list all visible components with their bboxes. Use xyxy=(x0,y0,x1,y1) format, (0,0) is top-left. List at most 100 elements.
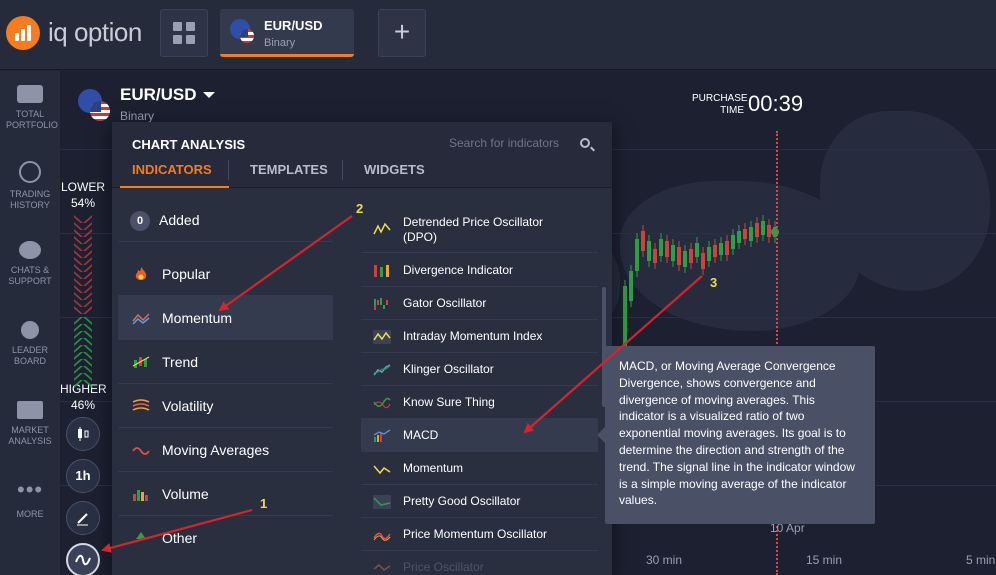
category-trend[interactable]: Trend xyxy=(118,340,333,384)
timeframe-5min[interactable]: 5 min xyxy=(966,553,995,567)
candle-body xyxy=(641,231,645,251)
imi-icon xyxy=(373,330,391,344)
candle-body xyxy=(737,231,741,243)
category-other[interactable]: Other xyxy=(118,516,333,560)
category-label: Volume xyxy=(162,486,209,502)
candle-body xyxy=(755,223,759,237)
panel-header: CHART ANALYSIS Search for indicators IND… xyxy=(112,122,612,188)
indicator-dpo[interactable]: Detrended Price Oscillator (DPO) xyxy=(361,206,598,253)
candle-body xyxy=(725,241,729,255)
indicator-label: MACD xyxy=(403,428,439,442)
purchase-label-line1: PURCHASE xyxy=(692,93,748,104)
indicator-label: Divergence Indicator xyxy=(403,263,514,277)
candle-body xyxy=(731,235,735,249)
category-momentum[interactable]: Momentum xyxy=(118,296,333,340)
category-moving-averages[interactable]: Moving Averages xyxy=(118,428,333,472)
candle-body xyxy=(767,225,771,237)
indicator-label: Pretty Good Oscillator xyxy=(403,494,521,508)
category-volume[interactable]: Volume xyxy=(118,472,333,516)
indicator-momentum[interactable]: Momentum xyxy=(361,452,598,485)
momentum-line-icon xyxy=(373,465,391,475)
tab-indicators[interactable]: INDICATORS xyxy=(132,162,212,177)
candle-body xyxy=(629,271,633,301)
indicator-price-oscillator[interactable]: Price Oscillator xyxy=(361,551,598,575)
price-oscillator-icon xyxy=(373,563,391,571)
candle-body xyxy=(635,239,639,271)
tab-divider xyxy=(228,160,229,180)
sidebar-item-market-analysis[interactable]: MARKET ANALYSIS xyxy=(0,401,60,447)
moving-average-icon xyxy=(132,447,150,455)
iq-option-logo-icon[interactable] xyxy=(6,16,40,50)
sidebar-label: TRADING HISTORY xyxy=(9,189,51,210)
category-volatility[interactable]: Volatility xyxy=(118,384,333,428)
volume-bars-icon xyxy=(133,490,148,501)
timeframe-15min[interactable]: 15 min xyxy=(806,553,842,567)
indicator-gator[interactable]: Gator Oscillator xyxy=(361,287,598,320)
sidebar-label: TOTAL PORTFOLIO xyxy=(6,109,58,130)
asset-grid-button[interactable] xyxy=(160,9,208,57)
sidebar-item-total-portfolio[interactable]: TOTAL PORTFOLIO xyxy=(0,81,60,131)
sidebar-item-chats-support[interactable]: CHATS & SUPPORT xyxy=(0,241,60,287)
candle-body xyxy=(701,253,705,269)
left-sidebar: TOTAL PORTFOLIO TRADING HISTORY CHATS & … xyxy=(0,71,60,575)
timeframe-30min[interactable]: 30 min xyxy=(646,553,682,567)
sidebar-label: LEADER BOARD xyxy=(11,345,48,366)
search-icon[interactable] xyxy=(580,138,590,148)
candle-body xyxy=(707,247,711,261)
sidebar-label: CHATS & SUPPORT xyxy=(8,265,52,286)
indicator-search-input[interactable]: Search for indicators xyxy=(449,136,559,150)
candle-body xyxy=(683,251,687,267)
indicator-price-momentum-oscillator[interactable]: Price Momentum Oscillator xyxy=(361,518,598,551)
indicator-label: Momentum xyxy=(403,461,464,475)
indicator-pretty-good-oscillator[interactable]: Pretty Good Oscillator xyxy=(361,485,598,518)
pmo-icon xyxy=(373,532,391,541)
candle-body xyxy=(665,241,669,257)
candle-body xyxy=(677,247,681,265)
fire-icon xyxy=(135,267,147,280)
asset-tab-eur-usd[interactable]: EUR/USD Binary xyxy=(220,9,354,57)
candle-body xyxy=(689,249,693,263)
candle-body xyxy=(719,243,723,255)
category-label: Momentum xyxy=(162,310,233,326)
tooltip-pointer xyxy=(597,427,605,443)
usd-flag-icon xyxy=(240,29,254,43)
indicator-label: Klinger Oscillator xyxy=(403,362,494,376)
indicator-divergence[interactable]: Divergence Indicator xyxy=(361,254,598,287)
sidebar-item-more[interactable]: ••• MORE xyxy=(0,477,60,520)
category-popular[interactable]: Popular xyxy=(118,252,333,296)
sidebar-label: MARKET ANALYSIS xyxy=(8,425,52,446)
pgo-icon xyxy=(373,495,391,509)
sidebar-item-trading-history[interactable]: TRADING HISTORY xyxy=(0,161,60,211)
category-label: Popular xyxy=(162,266,211,282)
tab-templates[interactable]: TEMPLATES xyxy=(250,162,328,177)
candle-body xyxy=(695,243,699,257)
chart-analysis-panel: CHART ANALYSIS Search for indicators IND… xyxy=(112,122,612,575)
candle-body xyxy=(749,227,753,241)
news-icon xyxy=(17,401,43,419)
indicator-macd[interactable]: MACD xyxy=(361,419,598,452)
candle-body xyxy=(743,229,747,239)
category-label: Added xyxy=(159,212,200,228)
more-dots-icon: ••• xyxy=(17,477,44,502)
purchase-time-label: PURCHASE TIME xyxy=(692,93,748,117)
kst-icon xyxy=(373,397,391,409)
candle-body xyxy=(713,245,717,257)
add-tab-button[interactable]: + xyxy=(378,9,426,57)
indicator-label-line2: (DPO) xyxy=(403,230,437,244)
tab-title: EUR/USD xyxy=(264,18,323,33)
macd-description-tooltip: MACD, or Moving Average Convergence Dive… xyxy=(605,346,875,524)
indicator-know-sure-thing[interactable]: Know Sure Thing xyxy=(361,386,598,419)
indicator-label: Intraday Momentum Index xyxy=(403,329,543,343)
category-added[interactable]: 0 Added xyxy=(118,198,333,242)
chat-bubble-icon xyxy=(19,241,41,259)
sidebar-item-leader-board[interactable]: LEADER BOARD xyxy=(0,321,60,367)
tab-widgets[interactable]: WIDGETS xyxy=(364,162,425,177)
indicator-label: Detrended Price Oscillator (DPO) xyxy=(403,215,543,245)
macd-icon xyxy=(373,429,391,442)
indicator-klinger[interactable]: Klinger Oscillator xyxy=(361,353,598,386)
indicator-intraday-momentum[interactable]: Intraday Momentum Index xyxy=(361,320,598,353)
brand-name: iq option xyxy=(48,17,142,47)
indicator-label: Gator Oscillator xyxy=(403,296,487,310)
purchase-time-countdown: 00:39 xyxy=(748,91,804,116)
category-label: Volatility xyxy=(162,398,214,414)
